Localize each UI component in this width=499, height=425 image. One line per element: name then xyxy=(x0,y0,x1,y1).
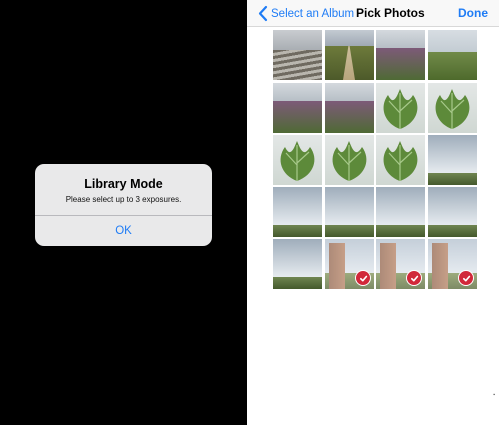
library-mode-alert: Library Mode Please select up to 3 expos… xyxy=(35,164,212,246)
photo-thumbnail[interactable] xyxy=(428,30,477,80)
photo-thumbnail[interactable] xyxy=(376,135,425,185)
photo-thumbnail[interactable] xyxy=(428,239,477,289)
photo-ground xyxy=(428,173,477,185)
photo-ground xyxy=(273,225,322,237)
photo-ground xyxy=(428,225,477,237)
castle-tower-shape xyxy=(432,243,448,289)
leaf-shape xyxy=(383,141,418,181)
pick-photos-screen: Select an Album Pick Photos Done ▪ xyxy=(247,0,499,425)
photo-sky xyxy=(325,187,374,225)
leaf-shape xyxy=(383,89,418,129)
photo-thumbnail[interactable] xyxy=(325,83,374,133)
photo-ground xyxy=(325,101,374,133)
photo-sky xyxy=(325,30,374,46)
photo-sky xyxy=(273,239,322,277)
photo-thumbnail[interactable] xyxy=(273,187,322,237)
photo-sky xyxy=(273,187,322,225)
photo-sky xyxy=(428,30,477,52)
photo-thumbnail[interactable] xyxy=(325,135,374,185)
photo-sky xyxy=(325,239,374,273)
photo-ground xyxy=(428,52,477,80)
photo-thumbnail[interactable] xyxy=(428,83,477,133)
leaf-shape xyxy=(332,141,367,181)
selected-checkmark-icon xyxy=(458,270,474,286)
done-button[interactable]: Done xyxy=(458,6,488,20)
photo-sky xyxy=(428,239,477,273)
photo-ground xyxy=(273,277,322,289)
photo-grid xyxy=(247,27,499,297)
photo-thumbnail[interactable] xyxy=(428,135,477,185)
alert-ok-button[interactable]: OK xyxy=(35,216,212,246)
castle-tower-shape xyxy=(380,243,396,289)
photo-thumbnail[interactable] xyxy=(325,30,374,80)
photo-sky xyxy=(325,83,374,101)
photo-thumbnail[interactable] xyxy=(376,30,425,80)
photo-thumbnail[interactable] xyxy=(273,30,322,80)
library-mode-screen: Library Mode Please select up to 3 expos… xyxy=(0,0,247,425)
page-title: Pick Photos xyxy=(356,6,425,20)
photo-ground xyxy=(376,48,425,80)
photo-sky xyxy=(376,30,425,48)
photo-thumbnail[interactable] xyxy=(376,83,425,133)
castle-tower-shape xyxy=(329,243,345,289)
leaf-shape xyxy=(435,89,470,129)
back-button-label: Select an Album xyxy=(271,7,355,20)
photo-thumbnail[interactable] xyxy=(376,239,425,289)
photo-sky xyxy=(428,135,477,173)
photo-thumbnail[interactable] xyxy=(273,239,322,289)
selected-checkmark-icon xyxy=(355,270,371,286)
photo-thumbnail[interactable] xyxy=(325,239,374,289)
photo-thumbnail[interactable] xyxy=(325,187,374,237)
photo-sky xyxy=(376,187,425,225)
select-album-back-button[interactable]: Select an Album xyxy=(257,5,354,22)
photo-thumbnail[interactable] xyxy=(376,187,425,237)
photo-ground xyxy=(273,101,322,133)
leaf-shape xyxy=(280,141,315,181)
chevron-left-icon xyxy=(258,5,268,22)
photo-thumbnail[interactable] xyxy=(273,135,322,185)
photo-sky xyxy=(376,239,425,273)
photo-thumbnail[interactable] xyxy=(273,83,322,133)
scroll-indicator: ▪ xyxy=(493,392,495,398)
photo-ground xyxy=(325,225,374,237)
navigation-bar: Select an Album Pick Photos Done xyxy=(247,0,499,27)
selected-checkmark-icon xyxy=(406,270,422,286)
alert-title: Library Mode xyxy=(84,177,163,191)
photo-sky xyxy=(273,83,322,101)
photo-sky xyxy=(428,187,477,225)
photo-ground xyxy=(376,225,425,237)
photo-sky xyxy=(273,30,322,50)
alert-message: Please select up to 3 exposures. xyxy=(65,195,182,204)
photo-ground xyxy=(273,50,322,80)
photo-thumbnail[interactable] xyxy=(428,187,477,237)
